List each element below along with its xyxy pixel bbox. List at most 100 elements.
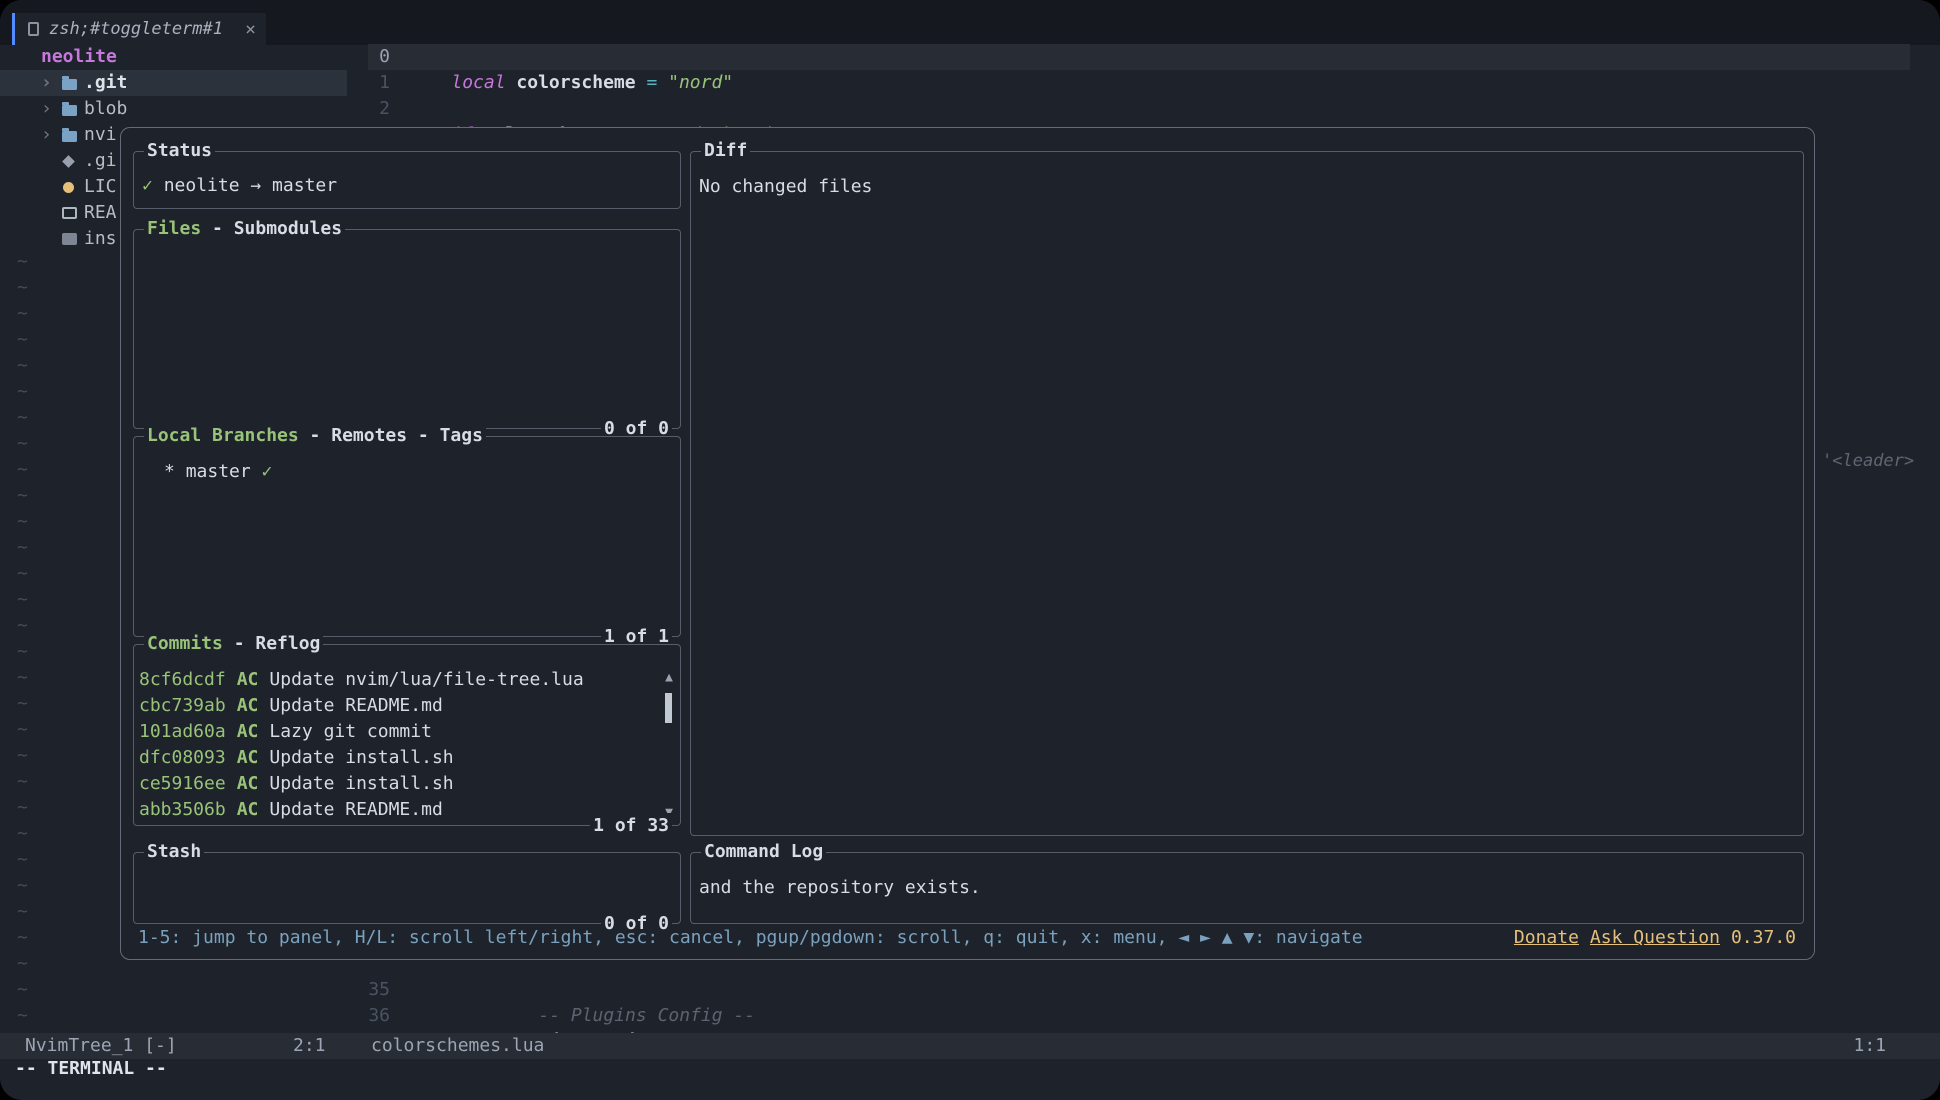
chevron-right-icon[interactable]: › <box>41 96 62 122</box>
status-panel-body: ✓ neolite → master <box>134 152 680 199</box>
mode-indicator: -- TERMINAL -- <box>15 1056 167 1082</box>
diff-panel-title: Diff <box>701 138 750 164</box>
code-line[interactable]: if colorscheme == "onedark" then <box>408 96 798 122</box>
tab-commits[interactable]: Commits <box>147 631 223 657</box>
chevron-right-icon[interactable]: › <box>41 70 62 96</box>
branches-panel-title[interactable]: Local Branches - Remotes - Tags <box>144 423 486 449</box>
close-icon[interactable]: × <box>245 19 256 40</box>
commit-row[interactable]: 8cf6dcdf AC Update nvim/lua/file-tree.lua <box>134 667 680 693</box>
files-panel-title[interactable]: Files - Submodules <box>144 216 345 242</box>
status-panel[interactable]: Status ✓ neolite → master <box>133 151 681 209</box>
version-label: 0.37.0 <box>1731 925 1796 951</box>
commit-hash: cbc739ab <box>139 693 226 719</box>
tab-reflog[interactable]: - Reflog <box>223 631 321 657</box>
tree-item-label: blob <box>84 96 127 122</box>
neovim-window: zsh;#toggleterm#1 × 0 1 2 local colorsch… <box>0 0 1940 1100</box>
commit-message: Update install.sh <box>269 771 453 797</box>
statusline-filename: colorschemes.lua <box>371 1033 544 1059</box>
stash-panel-title: Stash <box>144 839 204 865</box>
statusline-position: 1:1 <box>1853 1033 1886 1059</box>
commit-author: AC <box>237 771 259 797</box>
commit-message: Update nvim/lua/file-tree.lua <box>269 667 583 693</box>
keybind-help: 1-5: jump to panel, H/L: scroll left/rig… <box>138 925 1363 951</box>
command-log-body: and the repository exists. <box>691 853 1803 901</box>
commit-author: AC <box>237 797 259 823</box>
files-panel[interactable]: Files - Submodules 0 of 0 <box>133 229 681 429</box>
leader-hint: '<leader> <box>1822 448 1914 474</box>
commits-panel-title[interactable]: Commits - Reflog <box>144 631 323 657</box>
readme-icon <box>62 207 84 219</box>
folder-icon <box>62 129 84 142</box>
operator-token: = <box>646 72 668 93</box>
statusline: NvimTree_1 [-] 2:1 colorschemes.lua 1:1 <box>0 1033 1940 1059</box>
tree-item-blob[interactable]: › blob <box>0 96 347 122</box>
commit-hash: dfc08093 <box>139 745 226 771</box>
commit-row[interactable]: 101ad60a AC Lazy git commit <box>134 719 680 745</box>
scrollbar-thumb[interactable] <box>665 693 672 723</box>
string-token: "nord" <box>668 72 733 93</box>
commit-hash: ce5916ee <box>139 771 226 797</box>
folder-icon <box>62 77 84 90</box>
commit-hash: abb3506b <box>139 797 226 823</box>
code-line[interactable]: -- Plugins Config -- <box>495 977 755 1003</box>
branches-panel[interactable]: Local Branches - Remotes - Tags * master… <box>133 436 681 637</box>
commits-panel[interactable]: Commits - Reflog 8cf6dcdfACUpdate nvim/l… <box>133 644 681 826</box>
commit-hash: 8cf6dcdf <box>139 667 226 693</box>
commit-list: 8cf6dcdfACUpdate nvim/lua/file-tree.lua … <box>134 645 680 823</box>
file-icon <box>28 22 39 36</box>
tab-submodules[interactable]: - Submodules <box>201 216 342 242</box>
scrollbar[interactable]: ▲ ▼ <box>661 671 677 819</box>
chevron-right-icon[interactable]: › <box>41 122 62 148</box>
stash-panel[interactable]: Stash 0 of 0 <box>133 852 681 924</box>
donate-link[interactable]: Donate <box>1514 925 1579 951</box>
commit-author: AC <box>237 745 259 771</box>
tree-root-folder[interactable]: neolite <box>0 44 347 70</box>
commit-row[interactable]: ce5916ee AC Update install.sh <box>134 771 680 797</box>
license-icon <box>62 182 84 193</box>
tab-files[interactable]: Files <box>147 216 201 242</box>
commit-author: AC <box>237 667 259 693</box>
command-log-panel[interactable]: Command Log and the repository exists. <box>690 852 1804 924</box>
scroll-up-icon[interactable]: ▲ <box>661 671 677 684</box>
tab-local-branches[interactable]: Local Branches <box>147 423 299 449</box>
git-icon <box>62 157 84 166</box>
code-line[interactable]: local colorscheme = "nord" <box>408 44 733 70</box>
tab-remotes-tags[interactable]: - Remotes - Tags <box>299 423 483 449</box>
diff-panel[interactable]: Diff No changed files <box>690 151 1804 836</box>
active-tab-indicator <box>12 13 15 45</box>
lazygit-footer: 1-5: jump to panel, H/L: scroll left/rig… <box>138 925 1796 951</box>
tree-item-label: ins <box>84 226 117 252</box>
commit-author: AC <box>237 693 259 719</box>
diff-panel-body: No changed files <box>691 152 1803 200</box>
commit-row[interactable]: cbc739ab AC Update README.md <box>134 693 680 719</box>
line-number: 36 <box>330 1003 390 1029</box>
lazygit-float-window: Status ✓ neolite → master Files - Submod… <box>120 127 1815 960</box>
repo-branch-text: neolite → master <box>164 175 337 196</box>
terminal-tab[interactable]: zsh;#toggleterm#1 × <box>12 13 266 45</box>
commit-message: Update README.md <box>269 797 442 823</box>
code-line[interactable]: diagnostics = { <box>495 1003 701 1029</box>
commit-message: Update install.sh <box>269 745 453 771</box>
tab-title: zsh;#toggleterm#1 <box>49 19 235 39</box>
commit-message: Update README.md <box>269 693 442 719</box>
tabline: zsh;#toggleterm#1 × <box>0 0 1940 45</box>
branch-name: master <box>186 461 262 482</box>
commit-hash: 101ad60a <box>139 719 226 745</box>
tree-item-label: nvi <box>84 122 117 148</box>
tree-item-label: LIC <box>84 174 117 200</box>
line-number: 35 <box>330 977 390 1003</box>
keyword-token: local <box>451 72 516 93</box>
tree-item-label: .git <box>84 70 127 96</box>
tree-item-label: .gi <box>84 148 117 174</box>
ask-question-link[interactable]: Ask Question <box>1590 925 1720 951</box>
tree-item-label: REA <box>84 200 117 226</box>
commit-message: Lazy git commit <box>269 719 432 745</box>
check-icon: ✓ <box>262 461 273 482</box>
shell-icon <box>62 233 84 245</box>
commit-author: AC <box>237 719 259 745</box>
folder-icon <box>62 103 84 116</box>
status-panel-title: Status <box>144 138 215 164</box>
commit-row[interactable]: dfc08093 AC Update install.sh <box>134 745 680 771</box>
command-log-title: Command Log <box>701 839 826 865</box>
tree-item-git[interactable]: › .git <box>0 70 347 96</box>
